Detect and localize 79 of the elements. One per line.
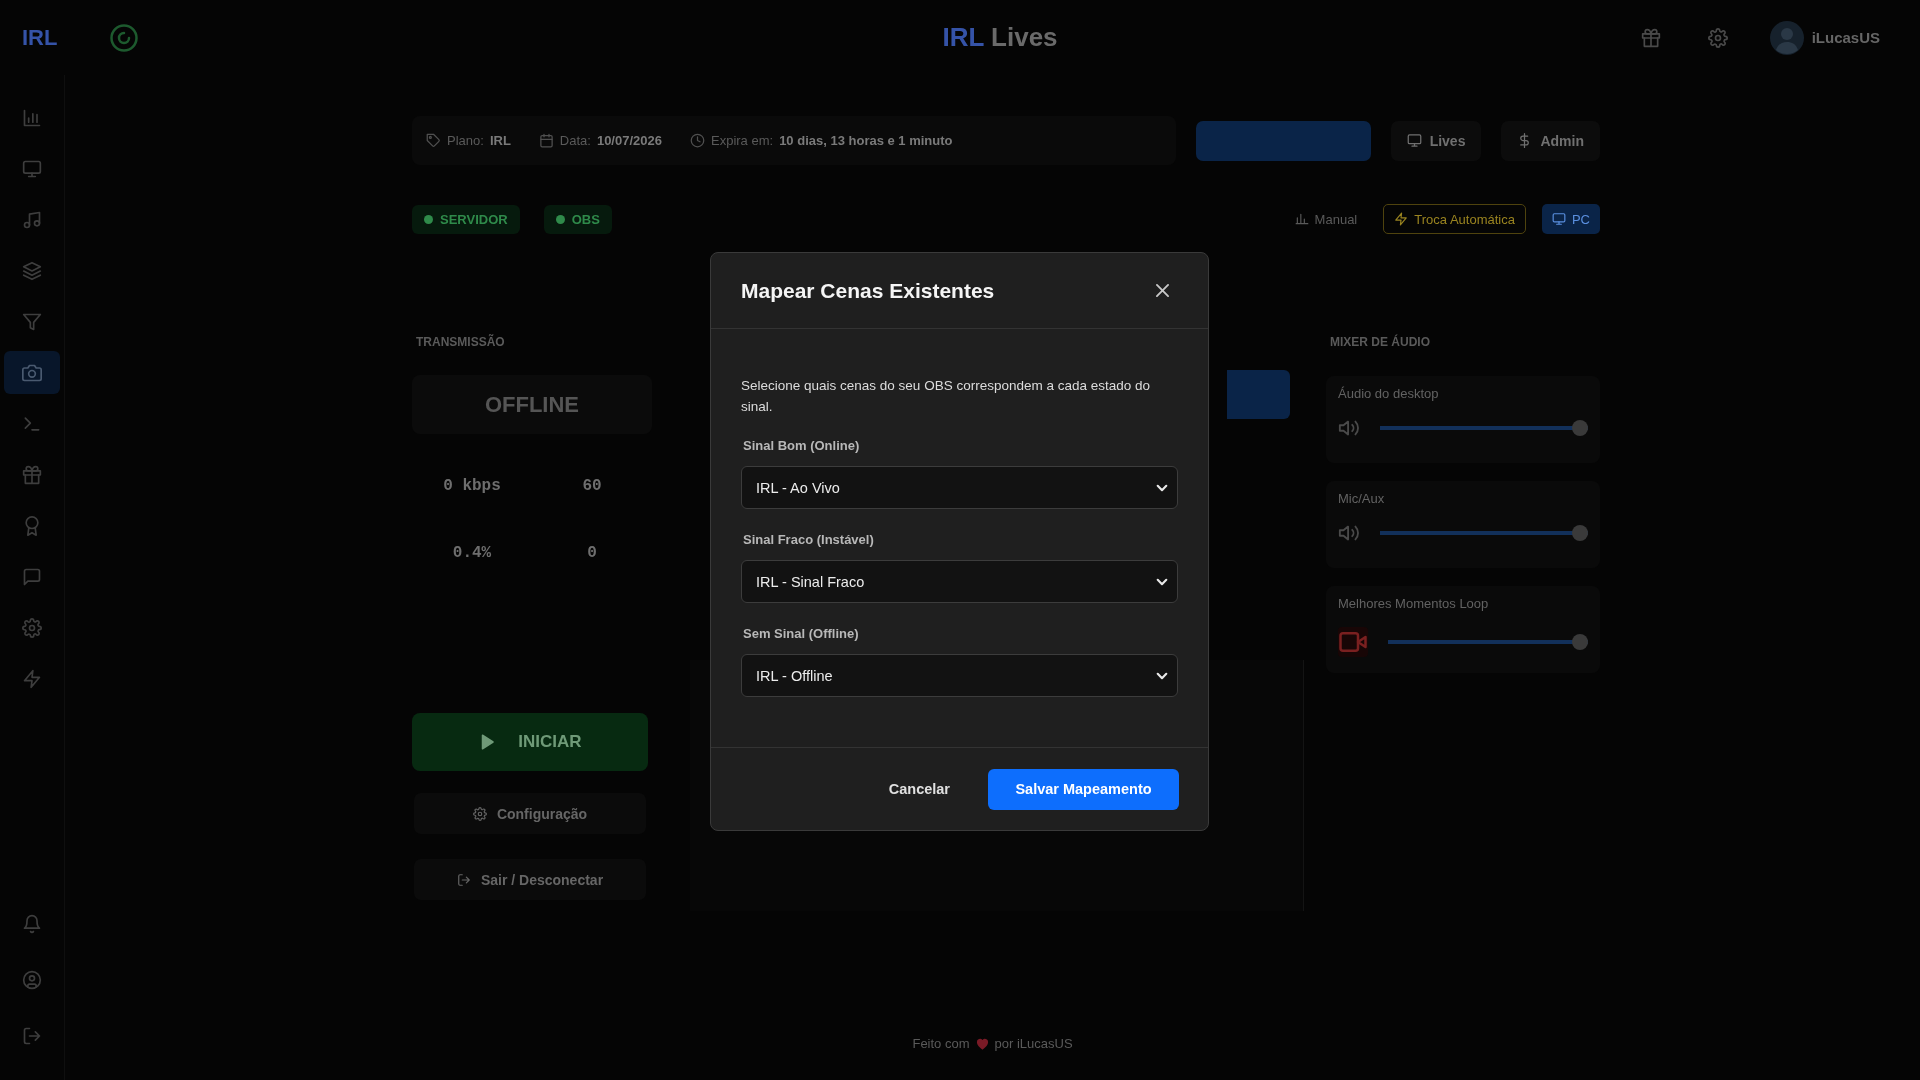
close-icon[interactable]	[1156, 284, 1169, 297]
status-badge: OBS	[543, 204, 612, 234]
stat-value: 0 kbps	[443, 476, 501, 496]
monitor-icon	[22, 158, 42, 179]
mode-button[interactable]: PC	[1541, 204, 1600, 234]
monitor-icon	[1551, 212, 1566, 226]
chat-icon	[22, 566, 42, 587]
video-icon[interactable]	[1338, 627, 1368, 657]
lightning-icon	[22, 668, 42, 689]
monitor-icon	[1406, 133, 1422, 148]
avatar-icon[interactable]	[1769, 20, 1804, 55]
app-title: IRL Lives	[942, 22, 1058, 53]
info-label: Plano:	[447, 133, 484, 148]
nav-button[interactable]: Lives	[1390, 120, 1482, 161]
field-label: Sinal Fraco (Instável)	[743, 532, 875, 548]
filter-icon	[22, 311, 42, 332]
save-button[interactable]: Salvar Mapeamento	[988, 768, 1179, 810]
mode-button[interactable]: Manual	[1284, 204, 1368, 234]
info-label: Expira em:	[711, 133, 774, 148]
heart-icon	[975, 1036, 989, 1050]
settings-icon	[472, 806, 487, 821]
bars-icon	[1294, 212, 1309, 226]
chevron-down-icon	[1157, 672, 1167, 679]
primary-button[interactable]	[1195, 120, 1371, 161]
nav-button[interactable]: Admin	[1501, 120, 1600, 161]
field-label: Sem Sinal (Offline)	[743, 626, 860, 642]
username[interactable]: iLucasUS	[1811, 29, 1880, 46]
logo[interactable]: IRL	[22, 24, 58, 51]
logout-icon[interactable]	[22, 1026, 42, 1046]
channel-name: Melhores Momentos Loop	[1338, 596, 1490, 612]
ribbon-icon	[22, 515, 42, 536]
scene-select[interactable]: IRL - Offline	[741, 654, 1178, 697]
bell-icon[interactable]	[22, 914, 42, 934]
channel-name: Áudio do desktop	[1338, 386, 1440, 402]
scene-select[interactable]: IRL - Ao Vivo	[741, 466, 1178, 509]
mode-button[interactable]: Troca Automática	[1383, 204, 1526, 234]
status-badge: SERVIDOR	[412, 204, 520, 234]
logout-button[interactable]: Sair / Desconectar	[414, 859, 646, 900]
info-value: 10 dias, 13 horas e 1 minuto	[779, 133, 953, 148]
music-note-icon	[22, 209, 42, 230]
status-dot-icon	[555, 214, 565, 224]
channel-name: Mic/Aux	[1338, 491, 1386, 507]
sidebar-item[interactable]	[4, 351, 60, 394]
stat-value: 0.4%	[452, 543, 492, 563]
logout-icon	[456, 872, 471, 887]
ring-icon[interactable]	[109, 22, 140, 53]
stat-value: 0	[587, 543, 597, 563]
stat-value: 60	[582, 476, 602, 496]
modal-title: Mapear Cenas Existentes	[741, 278, 995, 303]
tag-icon	[426, 133, 441, 148]
clock-icon	[690, 133, 705, 148]
bar-chart-icon	[22, 107, 42, 128]
info-value: IRL	[489, 133, 511, 148]
chevron-down-icon	[1157, 484, 1167, 491]
status-dot-icon	[424, 214, 433, 224]
settings-button[interactable]: Configuração	[414, 793, 646, 834]
field-label: Sinal Bom (Online)	[743, 438, 861, 454]
section-title: MIXER DE ÁUDIO	[1329, 335, 1431, 349]
section-title: TRANSMISSÃO	[415, 335, 506, 349]
user-circle-icon[interactable]	[22, 970, 42, 990]
start-button[interactable]: INICIAR	[412, 713, 648, 771]
camera-icon	[22, 362, 42, 383]
gift-icon[interactable]	[1640, 27, 1661, 48]
cancel-button[interactable]: Cancelar	[868, 768, 970, 810]
settings-icon	[22, 617, 42, 638]
footer-text: por iLucasUS	[994, 1035, 1073, 1051]
footer-text: Feito com	[912, 1035, 970, 1051]
modal-description: Selecione quais cenas do seu OBS correspondem a cada estado do sinal.	[741, 377, 1151, 416]
gift-icon	[22, 464, 42, 485]
lightning-icon	[1394, 212, 1409, 226]
chevron-down-icon	[1157, 578, 1167, 585]
scene-select[interactable]: IRL - Sinal Fraco	[741, 560, 1178, 603]
scene-button[interactable]	[1227, 370, 1290, 419]
info-value: 10/07/2026	[596, 133, 662, 148]
info-label: Data:	[559, 133, 591, 148]
calendar-icon	[538, 133, 554, 148]
layers-icon	[22, 260, 42, 281]
settings-icon[interactable]	[1707, 27, 1728, 48]
stream-status: OFFLINE	[484, 391, 580, 418]
